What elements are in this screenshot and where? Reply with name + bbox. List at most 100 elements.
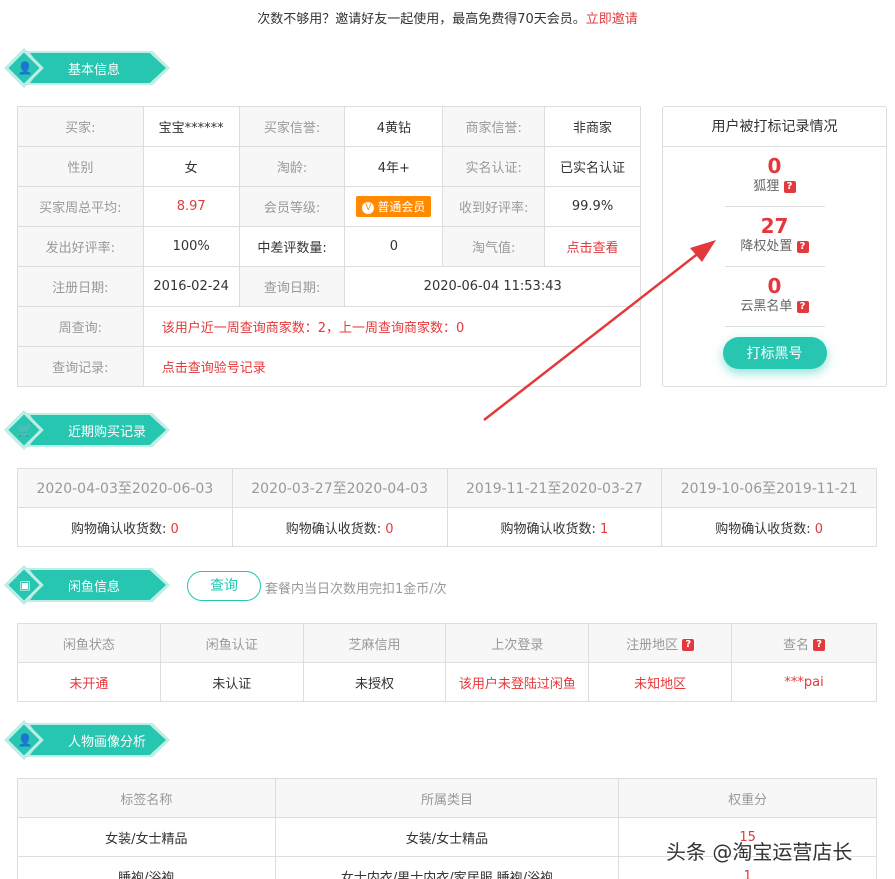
taobao-age-label: 淘龄: [238, 146, 346, 187]
member-level-label: 会员等级: [238, 186, 346, 227]
mark-blacklist-button[interactable]: 打标黑号 [722, 337, 827, 369]
xianyu-header: 上次登录 [445, 623, 590, 663]
xianyu-header: 注册地区 [626, 637, 679, 653]
mid-bad-value: 0 [344, 226, 444, 267]
purchase-count: 0 [385, 521, 394, 537]
realname-label: 实名认证: [442, 146, 546, 187]
naughty-view-link[interactable]: 点击查看 [544, 226, 641, 267]
given-rate-label: 发出好评率: [17, 226, 144, 267]
last-login: 该用户未登陆过闲鱼 [445, 662, 590, 702]
basic-info-table: 买家: 宝宝****** 买家信誉: 4黄钻 商家信誉: 非商家 性别 女 淘龄… [17, 106, 642, 387]
weekly-avg-label: 买家周总平均: [17, 186, 144, 227]
user-icon: 👤 [17, 61, 33, 75]
sesame-credit: 未授权 [302, 662, 447, 702]
gender-value: 女 [142, 146, 240, 187]
help-icon[interactable]: ? [813, 639, 826, 651]
realname-value: 已实名认证 [544, 146, 641, 187]
query-date-value: 2020-06-04 11:53:43 [344, 266, 641, 307]
section-header-basic: 👤 基本信息 [4, 48, 170, 88]
buyer-credit-value: 4黄钻 [344, 106, 444, 147]
mark-count: 0 [767, 154, 782, 178]
purchase-count-cell: 购物确认收货数: 0 [231, 507, 448, 547]
section-title-xianyu: 闲鱼信息 [68, 580, 121, 595]
xianyu-query-note: 套餐内当日次数用完扣1金币/次 [265, 582, 447, 597]
mark-record-box: 用户被打标记录情况 0 狐狸 ? 27 降权处置 ? 0 云黑名单 ? 打标黑号 [662, 106, 887, 387]
xianyu-header-cell: 注册地区 ? [588, 623, 733, 663]
xianyu-table: 闲鱼状态 闲鱼认证 芝麻信用 上次登录 注册地区 ? 查名 ? 未开通 未认证 … [17, 623, 877, 702]
reg-date-label: 注册日期: [17, 266, 144, 307]
xianyu-query-button[interactable]: 查询 [187, 571, 261, 601]
portrait-icon: 👤 [17, 733, 33, 747]
buyer-value: 宝宝****** [142, 106, 240, 147]
xianyu-header: 闲鱼状态 [17, 623, 161, 663]
tag-name: 女装/女士精品 [17, 817, 276, 857]
invite-link[interactable]: 立即邀请 [586, 12, 638, 27]
section-header-xianyu: ▣ 闲鱼信息 [4, 565, 170, 605]
member-level-value: 普通会员 [377, 200, 426, 214]
mark-count: 0 [767, 274, 782, 298]
merchant-credit-label: 商家信誉: [442, 106, 546, 147]
received-rate-value: 99.9% [544, 186, 641, 227]
buyer-label: 买家: [17, 106, 144, 147]
mark-label: 降权处置 [740, 239, 793, 254]
query-record-link[interactable]: 点击查询验号记录 [142, 346, 642, 387]
mark-record-title: 用户被打标记录情况 [663, 107, 886, 147]
mark-label: 狐狸 [753, 179, 780, 194]
mark-item-downgrade: 27 降权处置 ? [724, 207, 825, 267]
member-level-cell: V 普通会员 [344, 186, 444, 227]
xianyu-header-cell: 查名 ? [731, 623, 877, 663]
portrait-header: 权重分 [618, 778, 877, 818]
purchase-count: 0 [170, 521, 179, 537]
week-query-value: 该用户近一周查询商家数：2，上一周查询商家数：0 [142, 306, 642, 347]
xianyu-header: 闲鱼认证 [159, 623, 304, 663]
cart-icon: 🛒 [17, 423, 33, 437]
mid-bad-label: 中差评数量: [238, 226, 346, 267]
mark-label: 云黑名单 [740, 299, 793, 314]
section-title-recent: 近期购买记录 [68, 425, 147, 440]
naughty-label: 淘气值: [442, 226, 546, 267]
period-header: 2019-10-06至2019-11-21 [661, 468, 877, 508]
purchase-table: 2020-04-03至2020-06-03 2020-03-27至2020-04… [17, 468, 877, 547]
watermark: 头条 @淘宝运营店长 [666, 840, 853, 864]
purchase-count-cell: 购物确认收货数: 1 [446, 507, 663, 547]
purchase-count-label: 购物确认收货数: [715, 521, 811, 537]
section-title-portrait: 人物画像分析 [68, 735, 147, 750]
purchase-count-cell: 购物确认收货数: 0 [17, 507, 233, 547]
reg-region: 未知地区 [588, 662, 733, 702]
period-header: 2020-04-03至2020-06-03 [17, 468, 233, 508]
help-icon[interactable]: ? [796, 240, 809, 253]
query-date-label: 查询日期: [238, 266, 346, 307]
xianyu-cert: 未认证 [159, 662, 304, 702]
tag-name: 睡袍/浴袍 [17, 856, 276, 879]
section-title-basic: 基本信息 [68, 63, 121, 78]
member-badge: V 普通会员 [356, 196, 432, 217]
purchase-count-cell: 购物确认收货数: 0 [661, 507, 877, 547]
tag-category: 女装/女士精品 [274, 817, 620, 857]
tag-category: 女士内衣/男士内衣/家居服,睡袍/浴袍 [274, 856, 620, 879]
portrait-header: 标签名称 [17, 778, 276, 818]
fish-icon: ▣ [19, 578, 31, 592]
purchase-count-label: 购物确认收货数: [285, 521, 382, 537]
help-icon[interactable]: ? [783, 180, 796, 193]
invite-notice-text: 次数不够用？邀请好友一起使用，最高免费得70天会员。 [257, 12, 586, 27]
mark-count: 27 [760, 214, 789, 238]
invite-notice: 次数不够用？邀请好友一起使用，最高免费得70天会员。立即邀请 [0, 8, 895, 27]
merchant-credit-value: 非商家 [544, 106, 641, 147]
purchase-count: 0 [814, 521, 824, 537]
lookup-name: ***pai [731, 662, 877, 702]
weekly-avg-value: 8.97 [142, 186, 240, 227]
query-record-label: 查询记录: [17, 346, 144, 387]
help-icon[interactable]: ? [796, 300, 809, 313]
purchase-count-label: 购物确认收货数: [500, 521, 596, 537]
help-icon[interactable]: ? [682, 639, 695, 651]
mark-item-fox: 0 狐狸 ? [724, 147, 825, 207]
xianyu-header: 查名 [782, 637, 809, 653]
buyer-credit-label: 买家信誉: [238, 106, 346, 147]
week-query-label: 周查询: [17, 306, 144, 347]
section-header-recent: 🛒 近期购买记录 [4, 410, 170, 450]
gender-label: 性别 [17, 146, 144, 187]
mark-item-cloud-blacklist: 0 云黑名单 ? [724, 267, 825, 327]
reg-date-value: 2016-02-24 [142, 266, 240, 307]
xianyu-status: 未开通 [17, 662, 161, 702]
purchase-count-label: 购物确认收货数: [70, 521, 167, 537]
